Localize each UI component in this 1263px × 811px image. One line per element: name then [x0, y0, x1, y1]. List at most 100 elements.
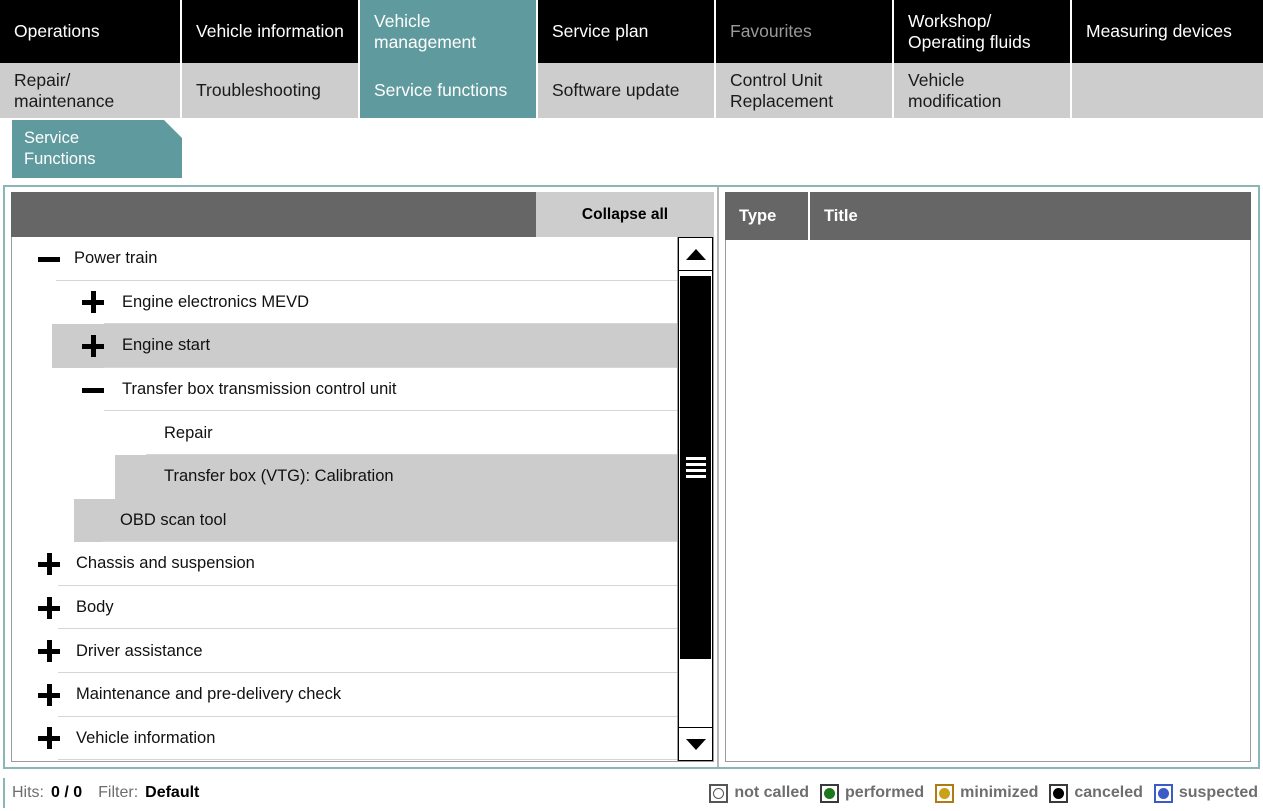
triangle-up-icon — [685, 248, 706, 260]
tab-label: Troubleshooting — [196, 80, 321, 100]
expand-plus-icon[interactable] — [38, 727, 60, 750]
tree-row[interactable]: Engine start — [12, 324, 677, 368]
column-header-type[interactable]: Type — [725, 192, 810, 240]
results-grid-body — [725, 240, 1251, 762]
tab-favourites[interactable]: Favourites — [716, 0, 894, 63]
filter-value[interactable]: Default — [145, 784, 199, 802]
tab-repair-maintenance[interactable]: Repair/ maintenance — [0, 63, 182, 118]
tree-row-label: Body — [76, 598, 114, 617]
status-dot-icon — [709, 783, 729, 803]
tab-measuring-devices[interactable]: Measuring devices — [1072, 0, 1263, 63]
collapse-minus-icon[interactable] — [82, 379, 104, 401]
tab-label: Measuring devices — [1086, 21, 1232, 41]
tree-row[interactable]: Vehicle information — [12, 717, 677, 761]
tree-row-label: Maintenance and pre-delivery check — [76, 685, 342, 704]
legend-item-minimized: minimized — [935, 783, 1039, 803]
expand-plus-icon[interactable] — [38, 596, 60, 619]
legend-label: suspected — [1178, 784, 1258, 801]
legend-label: not called — [734, 784, 810, 801]
tab-label: Vehicle management — [374, 10, 477, 52]
function-tree-panel: Collapse all Power train Engine electroni… — [5, 187, 719, 767]
tree-row-label: Driver assistance — [76, 641, 203, 660]
tab-label: Repair/ maintenance — [14, 69, 115, 111]
tree-toolbar: Collapse all — [11, 192, 714, 237]
tab-label: Vehicle modification — [908, 69, 1002, 111]
tree-row[interactable]: Repair — [12, 411, 677, 455]
tree-row-label: Transfer box transmission control unit — [122, 380, 397, 399]
status-bar: Hits: 0 / 0 Filter: Default not called pe… — [3, 778, 1260, 808]
tree-row-label: Engine electronics MEVD — [122, 292, 310, 311]
tab-service-functions[interactable]: Service functions — [360, 63, 538, 118]
scrollbar-grip-icon — [685, 456, 706, 478]
expand-plus-icon[interactable] — [82, 291, 104, 314]
tab-label: Software update — [552, 80, 680, 100]
tree-row-label: Engine start — [122, 336, 211, 355]
tree-row[interactable]: OBD scan tool — [12, 498, 677, 543]
main-content-area: Collapse all Power train Engine electroni… — [3, 185, 1260, 769]
tab-service-functions-active[interactable]: Service Functions — [12, 120, 182, 178]
tree-row[interactable]: Transfer box transmission control unit — [12, 368, 677, 412]
application-window: Operations Vehicle information Vehicle man… — [0, 0, 1263, 811]
collapse-minus-icon[interactable] — [38, 248, 60, 270]
tree-row[interactable]: Transfer box (VTG): Calibration — [12, 454, 677, 499]
results-grid-header: Type Title — [725, 192, 1251, 240]
tree-row[interactable]: Power train — [12, 237, 677, 281]
tree-row-label: Chassis and suspension — [76, 554, 255, 573]
tab-label: Control Unit Replacement — [730, 69, 834, 111]
legend-item-not-called: not called — [709, 783, 810, 803]
legend-label: minimized — [960, 784, 1039, 801]
status-legend: not called performed minimized canceled susp… — [709, 783, 1260, 803]
filter-label: Filter: — [98, 784, 139, 801]
tree-row[interactable]: Engine electronics MEVD — [12, 281, 677, 325]
tab-label: Operations — [14, 21, 100, 41]
legend-item-suspected: suspected — [1153, 783, 1258, 803]
tree-row-label: Transfer box (VTG): Calibration — [164, 467, 394, 486]
status-dot — [939, 787, 951, 799]
expand-plus-icon[interactable] — [38, 683, 60, 706]
tab-vehicle-modification[interactable]: Vehicle modification — [894, 63, 1072, 118]
tab-workshop-operating-fluids[interactable]: Workshop/ Operating fluids — [894, 0, 1072, 63]
status-dot — [1157, 787, 1169, 799]
expand-plus-icon[interactable] — [38, 552, 60, 575]
tab-label: Service functions — [374, 80, 508, 100]
tree-row[interactable]: Body — [12, 586, 677, 630]
tab-operations[interactable]: Operations — [0, 0, 182, 63]
tree-row-label: Vehicle information — [76, 728, 216, 747]
expand-plus-icon[interactable] — [82, 334, 104, 357]
legend-item-canceled: canceled — [1049, 783, 1143, 803]
tab-troubleshooting[interactable]: Troubleshooting — [182, 63, 360, 118]
tab-software-update[interactable]: Software update — [538, 63, 716, 118]
tab-vehicle-management[interactable]: Vehicle management — [360, 0, 538, 63]
status-dot — [1053, 787, 1065, 799]
status-dot — [713, 787, 725, 799]
tab-service-plan[interactable]: Service plan — [538, 0, 716, 63]
scrollbar-thumb[interactable] — [680, 275, 711, 659]
tab-vehicle-information[interactable]: Vehicle information — [182, 0, 360, 63]
scrollbar-track[interactable] — [678, 271, 713, 727]
status-counters: Hits: 0 / 0 Filter: Default — [3, 778, 199, 808]
tertiary-nav-bar: Service Functions — [0, 118, 1263, 184]
secondary-nav-bar: Repair/ maintenance Troubleshooting Servic… — [0, 63, 1263, 118]
tab-label: Workshop/ Operating fluids — [908, 10, 1031, 52]
status-dot-icon — [820, 783, 840, 803]
scroll-up-button[interactable] — [678, 237, 713, 271]
tab-control-unit-replacement[interactable]: Control Unit Replacement — [716, 63, 894, 118]
tab-label: Service plan — [552, 21, 649, 41]
legend-label: performed — [845, 784, 925, 801]
tree-row-label: Repair — [164, 423, 213, 442]
tree-row-label: OBD scan tool — [120, 510, 227, 529]
status-dot-icon — [1049, 783, 1069, 803]
column-header-title[interactable]: Title — [810, 192, 1251, 240]
tree-row[interactable]: Chassis and suspension — [12, 542, 677, 586]
row-separator — [58, 759, 677, 761]
expand-plus-icon[interactable] — [38, 640, 60, 663]
scroll-down-button[interactable] — [678, 727, 713, 761]
tab-label: Favourites — [730, 21, 812, 41]
tree-row[interactable]: Driver assistance — [12, 629, 677, 673]
collapse-all-button[interactable]: Collapse all — [536, 192, 714, 237]
tree-row[interactable]: Maintenance and pre-delivery check — [12, 673, 677, 717]
tree-toolbar-filler — [11, 192, 536, 237]
tree-vertical-scrollbar[interactable] — [677, 237, 713, 761]
hits-label: Hits: — [12, 784, 44, 801]
triangle-down-icon — [685, 738, 706, 750]
